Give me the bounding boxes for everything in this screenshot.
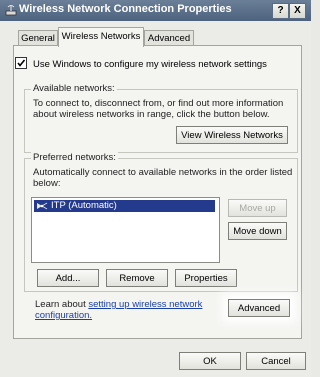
ok-button[interactable]: OK <box>179 352 241 370</box>
title-bar[interactable]: Wireless Network Connection Properties ?… <box>0 0 311 21</box>
use-windows-checkbox[interactable]: Use Windows to configure my wireless net… <box>15 57 267 70</box>
cancel-button[interactable]: Cancel <box>246 352 306 370</box>
use-windows-label: Use Windows to configure my wireless net… <box>33 59 267 70</box>
tab-wireless-networks[interactable]: Wireless Networks <box>58 27 144 47</box>
available-networks-group: Available networks: To connect to, disco… <box>24 83 298 153</box>
list-item[interactable]: ITP (Automatic) <box>34 200 215 212</box>
properties-dialog: Wireless Network Connection Properties ?… <box>0 0 311 377</box>
wireless-network-icon <box>37 202 48 210</box>
learn-about-text: Learn about setting up wireless network … <box>35 299 205 321</box>
available-networks-description: To connect to, disconnect from, or find … <box>33 98 283 120</box>
move-up-button[interactable]: Move up <box>228 199 287 217</box>
setup-help-link-continued[interactable]: configuration. <box>35 310 92 321</box>
close-button[interactable]: X <box>289 3 306 19</box>
available-description-line: To connect to, disconnect from, or find … <box>33 98 284 109</box>
advanced-button[interactable]: Advanced <box>228 299 290 317</box>
checkmark-icon <box>17 59 26 67</box>
move-down-button[interactable]: Move down <box>228 222 287 240</box>
tab-general[interactable]: General <box>18 30 58 46</box>
setup-help-link[interactable]: setting up wireless network <box>88 299 202 310</box>
help-button[interactable]: ? <box>272 3 289 19</box>
preferred-networks-description: Automatically connect to available netwo… <box>33 167 292 189</box>
checkbox[interactable] <box>15 57 27 69</box>
add-button[interactable]: Add... <box>37 269 99 287</box>
preferred-networks-legend: Preferred networks: <box>31 152 118 163</box>
remove-button[interactable]: Remove <box>106 269 168 287</box>
tab-advanced[interactable]: Advanced <box>144 30 194 46</box>
available-description-line: about wireless networks in range, click … <box>33 109 270 120</box>
preferred-description-line: below: <box>33 178 61 189</box>
window-title: Wireless Network Connection Properties <box>19 3 232 15</box>
view-wireless-networks-button[interactable]: View Wireless Networks <box>176 126 288 144</box>
available-networks-legend: Available networks: <box>31 83 117 94</box>
learn-prefix: Learn about <box>35 299 89 310</box>
network-name: ITP (Automatic) <box>51 200 117 211</box>
network-connection-icon <box>5 5 17 16</box>
preferred-description-line: Automatically connect to available netwo… <box>33 167 293 178</box>
properties-button[interactable]: Properties <box>175 269 237 287</box>
preferred-networks-list[interactable]: ITP (Automatic) <box>31 197 220 263</box>
